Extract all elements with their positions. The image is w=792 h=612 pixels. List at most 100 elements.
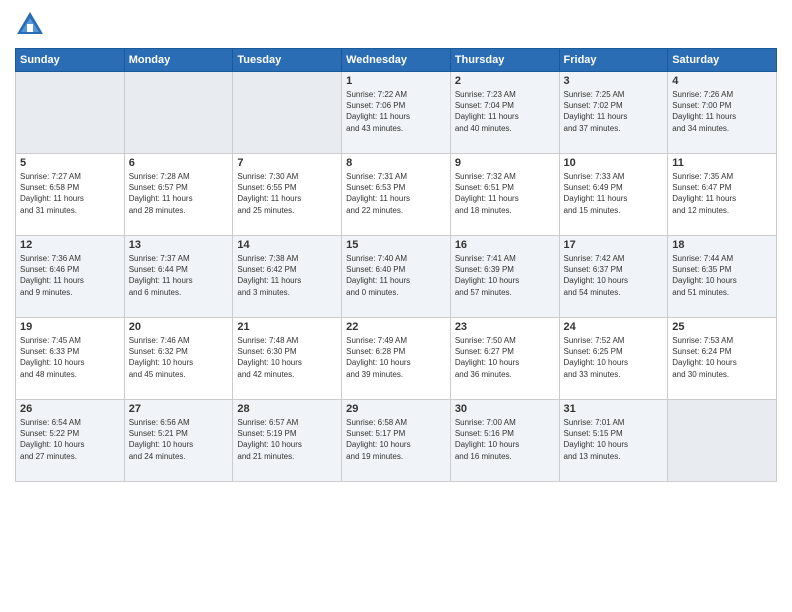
day-info: Sunrise: 7:32 AM Sunset: 6:51 PM Dayligh… xyxy=(455,171,555,216)
weekday-header-thursday: Thursday xyxy=(450,49,559,72)
day-info: Sunrise: 7:38 AM Sunset: 6:42 PM Dayligh… xyxy=(237,253,337,298)
calendar-cell: 6Sunrise: 7:28 AM Sunset: 6:57 PM Daylig… xyxy=(124,154,233,236)
day-info: Sunrise: 7:26 AM Sunset: 7:00 PM Dayligh… xyxy=(672,89,772,134)
day-info: Sunrise: 7:41 AM Sunset: 6:39 PM Dayligh… xyxy=(455,253,555,298)
calendar-cell: 2 Sunrise: 7:23 AM Sunset: 7:04 PM Daylig… xyxy=(450,72,559,154)
day-info: Sunrise: 6:54 AM Sunset: 5:22 PM Dayligh… xyxy=(20,417,120,462)
day-number: 15 xyxy=(346,239,446,251)
day-info: Sunrise: 7:30 AM Sunset: 6:55 PM Dayligh… xyxy=(237,171,337,216)
calendar-table: SundayMondayTuesdayWednesdayThursdayFrid… xyxy=(15,48,777,482)
day-info: Sunrise: 7:46 AM Sunset: 6:32 PM Dayligh… xyxy=(129,335,229,380)
day-number: 11 xyxy=(672,157,772,169)
day-number: 30 xyxy=(455,403,555,415)
day-info: Sunrise: 6:57 AM Sunset: 5:19 PM Dayligh… xyxy=(237,417,337,462)
day-info: Sunrise: 6:56 AM Sunset: 5:21 PM Dayligh… xyxy=(129,417,229,462)
day-number: 18 xyxy=(672,239,772,251)
calendar-cell: 10 Sunrise: 7:33 AM Sunset: 6:49 PM Dayli… xyxy=(559,154,668,236)
header xyxy=(15,10,777,40)
calendar-cell: 28 Sunrise: 6:57 AM Sunset: 5:19 PM Dayli… xyxy=(233,400,342,482)
day-number: 7 xyxy=(237,157,337,169)
calendar-cell: 5 Sunrise: 7:27 AM Sunset: 6:58 PM Daylig… xyxy=(16,154,125,236)
day-number: 10 xyxy=(564,157,664,169)
day-number: 31 xyxy=(564,403,664,415)
logo-icon xyxy=(15,10,45,40)
day-info: Sunrise: 7:23 AM Sunset: 7:04 PM Dayligh… xyxy=(455,89,555,134)
calendar-cell xyxy=(668,400,777,482)
day-info: Sunrise: 6:58 AM Sunset: 5:17 PM Dayligh… xyxy=(346,417,446,462)
calendar-cell: 13Sunrise: 7:37 AM Sunset: 6:44 PM Dayli… xyxy=(124,236,233,318)
calendar-cell: 30 Sunrise: 7:00 AM Sunset: 5:16 PM Dayli… xyxy=(450,400,559,482)
day-number: 6 xyxy=(129,157,229,169)
day-number: 28 xyxy=(237,403,337,415)
calendar-week-2: 5 Sunrise: 7:27 AM Sunset: 6:58 PM Daylig… xyxy=(16,154,777,236)
calendar-cell: 20 Sunrise: 7:46 AM Sunset: 6:32 PM Dayli… xyxy=(124,318,233,400)
day-number: 5 xyxy=(20,157,120,169)
calendar-cell: 8 Sunrise: 7:31 AM Sunset: 6:53 PM Daylig… xyxy=(342,154,451,236)
day-info: Sunrise: 7:01 AM Sunset: 5:15 PM Dayligh… xyxy=(564,417,664,462)
day-info: Sunrise: 7:00 AM Sunset: 5:16 PM Dayligh… xyxy=(455,417,555,462)
calendar-cell: 22 Sunrise: 7:49 AM Sunset: 6:28 PM Dayli… xyxy=(342,318,451,400)
day-number: 14 xyxy=(237,239,337,251)
day-info: Sunrise: 7:49 AM Sunset: 6:28 PM Dayligh… xyxy=(346,335,446,380)
calendar-week-1: 1Sunrise: 7:22 AM Sunset: 7:06 PM Daylig… xyxy=(16,72,777,154)
calendar-cell: 24 Sunrise: 7:52 AM Sunset: 6:25 PM Dayli… xyxy=(559,318,668,400)
day-info: Sunrise: 7:53 AM Sunset: 6:24 PM Dayligh… xyxy=(672,335,772,380)
day-number: 3 xyxy=(564,75,664,87)
weekday-header-friday: Friday xyxy=(559,49,668,72)
day-info: Sunrise: 7:33 AM Sunset: 6:49 PM Dayligh… xyxy=(564,171,664,216)
calendar-cell: 17 Sunrise: 7:42 AM Sunset: 6:37 PM Dayli… xyxy=(559,236,668,318)
day-info: Sunrise: 7:25 AM Sunset: 7:02 PM Dayligh… xyxy=(564,89,664,134)
day-number: 23 xyxy=(455,321,555,333)
calendar-cell: 25Sunrise: 7:53 AM Sunset: 6:24 PM Dayli… xyxy=(668,318,777,400)
day-info: Sunrise: 7:44 AM Sunset: 6:35 PM Dayligh… xyxy=(672,253,772,298)
day-number: 20 xyxy=(129,321,229,333)
calendar-cell: 27Sunrise: 6:56 AM Sunset: 5:21 PM Dayli… xyxy=(124,400,233,482)
day-info: Sunrise: 7:27 AM Sunset: 6:58 PM Dayligh… xyxy=(20,171,120,216)
weekday-header-monday: Monday xyxy=(124,49,233,72)
logo xyxy=(15,10,49,40)
calendar-week-4: 19 Sunrise: 7:45 AM Sunset: 6:33 PM Dayli… xyxy=(16,318,777,400)
weekday-header-tuesday: Tuesday xyxy=(233,49,342,72)
day-number: 29 xyxy=(346,403,446,415)
calendar-week-5: 26 Sunrise: 6:54 AM Sunset: 5:22 PM Dayli… xyxy=(16,400,777,482)
day-info: Sunrise: 7:40 AM Sunset: 6:40 PM Dayligh… xyxy=(346,253,446,298)
calendar-cell: 15 Sunrise: 7:40 AM Sunset: 6:40 PM Dayli… xyxy=(342,236,451,318)
page: SundayMondayTuesdayWednesdayThursdayFrid… xyxy=(0,0,792,612)
day-number: 19 xyxy=(20,321,120,333)
day-info: Sunrise: 7:50 AM Sunset: 6:27 PM Dayligh… xyxy=(455,335,555,380)
day-info: Sunrise: 7:42 AM Sunset: 6:37 PM Dayligh… xyxy=(564,253,664,298)
calendar-cell xyxy=(16,72,125,154)
day-number: 22 xyxy=(346,321,446,333)
calendar-cell: 12 Sunrise: 7:36 AM Sunset: 6:46 PM Dayli… xyxy=(16,236,125,318)
calendar-cell: 9Sunrise: 7:32 AM Sunset: 6:51 PM Daylig… xyxy=(450,154,559,236)
day-info: Sunrise: 7:52 AM Sunset: 6:25 PM Dayligh… xyxy=(564,335,664,380)
day-number: 21 xyxy=(237,321,337,333)
calendar-cell: 23 Sunrise: 7:50 AM Sunset: 6:27 PM Dayli… xyxy=(450,318,559,400)
day-number: 26 xyxy=(20,403,120,415)
calendar-cell: 11 Sunrise: 7:35 AM Sunset: 6:47 PM Dayli… xyxy=(668,154,777,236)
weekday-header-wednesday: Wednesday xyxy=(342,49,451,72)
day-number: 2 xyxy=(455,75,555,87)
day-info: Sunrise: 7:37 AM Sunset: 6:44 PM Dayligh… xyxy=(129,253,229,298)
day-info: Sunrise: 7:31 AM Sunset: 6:53 PM Dayligh… xyxy=(346,171,446,216)
calendar-cell: 26 Sunrise: 6:54 AM Sunset: 5:22 PM Dayli… xyxy=(16,400,125,482)
calendar-cell: 18 Sunrise: 7:44 AM Sunset: 6:35 PM Dayli… xyxy=(668,236,777,318)
day-info: Sunrise: 7:36 AM Sunset: 6:46 PM Dayligh… xyxy=(20,253,120,298)
calendar-cell xyxy=(124,72,233,154)
calendar-cell: 31 Sunrise: 7:01 AM Sunset: 5:15 PM Dayli… xyxy=(559,400,668,482)
calendar-week-3: 12 Sunrise: 7:36 AM Sunset: 6:46 PM Dayli… xyxy=(16,236,777,318)
weekday-header-saturday: Saturday xyxy=(668,49,777,72)
day-number: 12 xyxy=(20,239,120,251)
calendar-cell: 29 Sunrise: 6:58 AM Sunset: 5:17 PM Dayli… xyxy=(342,400,451,482)
day-number: 8 xyxy=(346,157,446,169)
day-info: Sunrise: 7:22 AM Sunset: 7:06 PM Dayligh… xyxy=(346,89,446,134)
day-info: Sunrise: 7:48 AM Sunset: 6:30 PM Dayligh… xyxy=(237,335,337,380)
calendar-cell: 21 Sunrise: 7:48 AM Sunset: 6:30 PM Dayli… xyxy=(233,318,342,400)
calendar-cell: 19 Sunrise: 7:45 AM Sunset: 6:33 PM Dayli… xyxy=(16,318,125,400)
day-info: Sunrise: 7:35 AM Sunset: 6:47 PM Dayligh… xyxy=(672,171,772,216)
day-number: 24 xyxy=(564,321,664,333)
day-info: Sunrise: 7:45 AM Sunset: 6:33 PM Dayligh… xyxy=(20,335,120,380)
calendar-cell: 1Sunrise: 7:22 AM Sunset: 7:06 PM Daylig… xyxy=(342,72,451,154)
calendar-cell: 14 Sunrise: 7:38 AM Sunset: 6:42 PM Dayli… xyxy=(233,236,342,318)
day-number: 17 xyxy=(564,239,664,251)
